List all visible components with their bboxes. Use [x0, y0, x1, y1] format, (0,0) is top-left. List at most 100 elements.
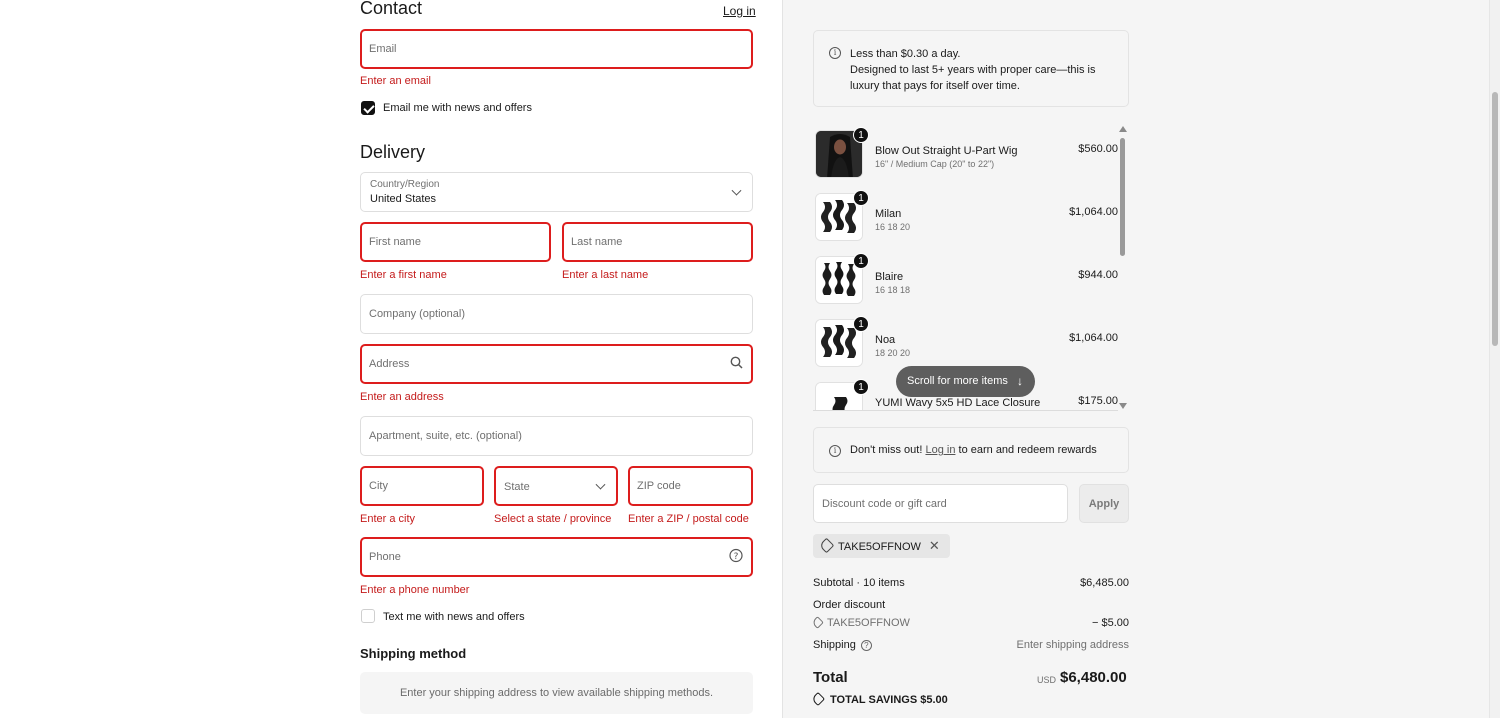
quantity-badge: 1 — [853, 379, 869, 395]
rewards-login-link[interactable]: Log in — [925, 444, 955, 456]
notice-line-2: Designed to last 5+ years with proper ca… — [850, 64, 1096, 92]
email-field[interactable] — [360, 29, 753, 69]
order-discount-code: TAKE5OFFNOW — [827, 617, 910, 629]
page-scrollbar-thumb[interactable] — [1492, 92, 1498, 346]
phone-field[interactable]: ? — [360, 537, 753, 577]
currency-code: USD — [1037, 675, 1057, 685]
address-error: Enter an address — [360, 391, 444, 403]
company-field[interactable] — [360, 294, 753, 334]
phone-error: Enter a phone number — [360, 584, 470, 596]
company-input[interactable] — [369, 295, 720, 333]
search-icon[interactable] — [730, 356, 743, 372]
order-discount-label: Order discount — [813, 599, 886, 611]
login-link[interactable]: Log in — [723, 4, 756, 18]
discount-field[interactable] — [813, 484, 1068, 523]
page-scrollbar[interactable] — [1489, 0, 1500, 718]
items-scrollbar[interactable] — [1118, 124, 1128, 411]
rewards-text: Don't miss out! Log in to earn and redee… — [850, 444, 1097, 456]
savings-label: TOTAL SAVINGS — [830, 694, 918, 706]
chevron-down-icon — [731, 185, 742, 196]
svg-text:?: ? — [734, 552, 739, 562]
item-variant: 16 18 20 — [875, 222, 911, 232]
items-divider — [813, 410, 1118, 411]
zip-input[interactable] — [637, 468, 718, 504]
rewards-suffix: to earn and redeem rewards — [958, 444, 1097, 456]
items-scrollbar-thumb[interactable] — [1120, 138, 1125, 256]
country-value: United States — [370, 193, 437, 205]
remove-discount-icon[interactable]: ✕ — [929, 538, 940, 553]
rewards-prefix: Don't miss out! — [850, 444, 923, 456]
item-price: $1,064.00 — [1069, 206, 1118, 218]
quantity-badge: 1 — [853, 316, 869, 332]
total-value: $6,480.00 — [1060, 669, 1127, 686]
order-discount-code-row: TAKE5OFFNOW — [811, 616, 910, 629]
shipping-value: Enter shipping address — [1016, 639, 1129, 651]
order-discount-value: − $5.00 — [1091, 617, 1129, 629]
item-variant: 18 20 20 — [875, 348, 911, 358]
shipping-label: Shipping — [813, 639, 856, 651]
tag-icon — [818, 537, 835, 554]
info-icon: i — [829, 445, 841, 457]
address-input[interactable] — [369, 346, 718, 382]
item-variant: 16" / Medium Cap (20" to 22") — [875, 159, 995, 169]
item-price: $560.00 — [1078, 143, 1118, 155]
zip-error: Enter a ZIP / postal code — [628, 513, 749, 525]
value-notice: i Less than $0.30 a day. Designed to las… — [813, 30, 1129, 107]
city-field[interactable] — [360, 466, 484, 506]
quantity-badge: 1 — [853, 190, 869, 206]
item-name: Milan — [875, 208, 902, 220]
scroll-down-arrow-icon[interactable] — [1119, 403, 1127, 409]
state-select[interactable]: State — [494, 466, 618, 506]
apartment-input[interactable] — [369, 417, 720, 455]
state-placeholder: State — [504, 481, 530, 493]
cart-item: 1 Blaire 16 18 18 $944.00 — [813, 250, 1118, 312]
zip-field[interactable] — [628, 466, 753, 506]
quantity-badge: 1 — [853, 253, 869, 269]
state-error: Select a state / province — [494, 513, 612, 525]
phone-input[interactable] — [369, 539, 718, 575]
discount-input[interactable] — [822, 485, 1035, 522]
item-name: YUMI Wavy 5x5 HD Lace Closure — [875, 397, 1041, 409]
notice-line-1: Less than $0.30 a day. — [850, 48, 961, 60]
shipping-method-heading: Shipping method — [360, 646, 467, 661]
delivery-heading: Delivery — [360, 142, 426, 162]
quantity-badge: 1 — [853, 127, 869, 143]
address-field[interactable] — [360, 344, 753, 384]
scroll-hint-label: Scroll for more items — [907, 375, 1008, 387]
scroll-more-items-button[interactable]: Scroll for more items ↓ — [896, 366, 1035, 397]
first-name-input[interactable] — [369, 224, 516, 260]
contact-heading: Contact — [360, 0, 423, 18]
apartment-field[interactable] — [360, 416, 753, 456]
arrow-down-icon: ↓ — [1017, 374, 1023, 388]
city-error: Enter a city — [360, 513, 416, 525]
email-news-label: Email me with news and offers — [383, 102, 532, 114]
item-name: Noa — [875, 334, 896, 346]
item-name: Blow Out Straight U-Part Wig — [875, 145, 1018, 157]
savings-value: $5.00 — [920, 694, 948, 706]
text-news-checkbox[interactable] — [361, 609, 375, 623]
first-name-field[interactable] — [360, 222, 551, 262]
cart-item: 1 Milan 16 18 20 $1,064.00 — [813, 187, 1118, 249]
subtotal-value: $6,485.00 — [1080, 577, 1129, 589]
apply-discount-button[interactable]: Apply — [1079, 484, 1129, 523]
scroll-up-arrow-icon[interactable] — [1119, 126, 1127, 132]
item-price: $944.00 — [1078, 269, 1118, 281]
last-name-field[interactable] — [562, 222, 753, 262]
applied-code: TAKE5OFFNOW — [838, 541, 921, 553]
email-input[interactable] — [369, 31, 718, 67]
email-news-checkbox[interactable] — [361, 101, 375, 115]
country-select[interactable]: Country/Region United States — [360, 172, 753, 212]
rewards-notice: i Don't miss out! Log in to earn and red… — [813, 427, 1129, 473]
info-icon: i — [829, 47, 841, 59]
total-label: Total — [813, 669, 848, 686]
total-savings: TOTAL SAVINGS $5.00 — [810, 691, 948, 707]
city-input[interactable] — [369, 468, 449, 504]
shipping-row: Shipping? — [813, 639, 872, 651]
text-news-label: Text me with news and offers — [383, 611, 525, 623]
help-icon[interactable]: ? — [729, 548, 743, 566]
help-icon[interactable]: ? — [860, 640, 872, 651]
email-error: Enter an email — [360, 75, 431, 87]
last-name-input[interactable] — [571, 224, 718, 260]
tag-icon — [810, 691, 826, 707]
shipping-method-message: Enter your shipping address to view avai… — [360, 672, 753, 714]
